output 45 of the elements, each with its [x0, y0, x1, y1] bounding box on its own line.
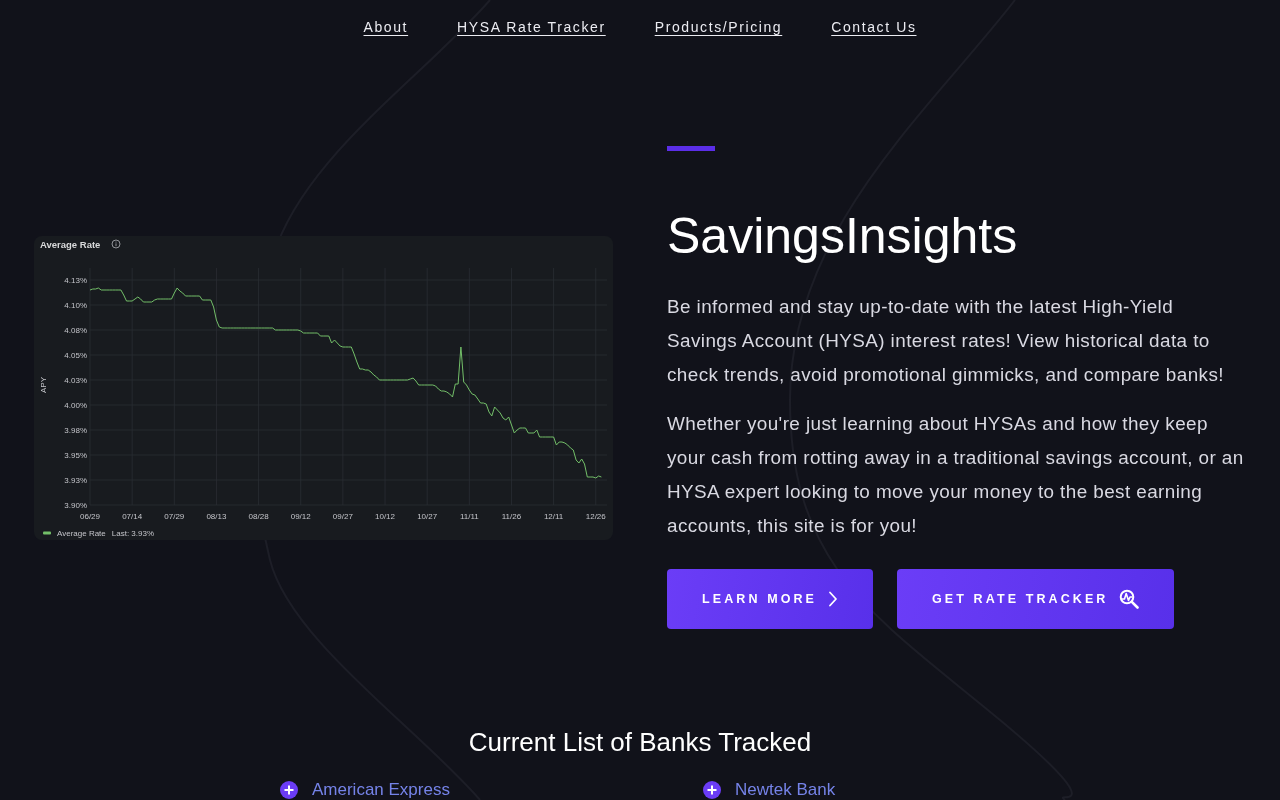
axis-tick-label: 08/28	[248, 511, 269, 521]
magnifier-chart-icon	[1119, 589, 1140, 609]
axis-tick-label: 4.13%	[64, 275, 87, 285]
chevron-right-icon	[828, 591, 839, 607]
nav-link[interactable]: Contact Us	[831, 18, 917, 36]
bank-link[interactable]: American Express	[312, 780, 450, 800]
axis-tick-label: 06/29	[80, 511, 100, 521]
nav-link[interactable]: HYSA Rate Tracker	[457, 18, 606, 36]
axis-tick-label: 11/11	[459, 511, 479, 521]
axis-tick-label: 4.08%	[64, 325, 87, 335]
chart-title: Average Rate	[40, 238, 101, 250]
axis-tick-label: 4.10%	[64, 300, 87, 310]
axis-tick-label: 3.90%	[64, 500, 87, 510]
hero-title: SavingsInsights	[667, 207, 1019, 266]
nav-link[interactable]: About	[363, 18, 409, 36]
axis-tick-label: 09/27	[332, 511, 353, 521]
bank-link[interactable]: Newtek Bank	[735, 780, 836, 800]
axis-tick-label: 12/11	[543, 511, 564, 521]
axis-tick-label: 07/14	[122, 511, 143, 521]
axis-tick-label: 12/26	[585, 511, 606, 521]
plus-circle-icon	[703, 781, 721, 799]
axis-tick-label: 10/27	[417, 511, 438, 521]
cta-button[interactable]: GET RATE TRACKER	[897, 569, 1175, 629]
axis-tick-label: 09/12	[290, 511, 311, 521]
legend-reading: Last: 3.93%	[111, 528, 155, 538]
intro-paragraph: Be informed and stay up-to-date with the latest High-Yield Savings Account (HYSA) interest rates! View historical data to check trends, avoid promotional gimmicks, and compare banks!	[667, 295, 1225, 387]
nav-link[interactable]: Products/Pricing	[654, 18, 783, 36]
plus-circle-icon	[280, 781, 298, 799]
cta-button[interactable]: LEARN MORE	[667, 569, 874, 629]
axis-tick-label: 4.05%	[64, 350, 87, 360]
axis-tick-label: 3.95%	[64, 450, 87, 460]
accent-bar	[667, 146, 715, 151]
axis-tick-label: 10/12	[375, 511, 396, 521]
axis-tick-label: 3.98%	[64, 425, 87, 435]
info-icon	[111, 239, 121, 248]
axis-tick-label: 4.00%	[64, 400, 87, 410]
axis-tick-label: 4.03%	[64, 375, 87, 385]
axis-tick-label: 3.93%	[64, 475, 87, 485]
axis-tick-label: 08/13	[206, 511, 227, 521]
axis-tick-label: 11/26	[501, 511, 522, 521]
section-heading: Current List of Banks Tracked	[467, 726, 813, 758]
legend-label: Average Rate	[57, 528, 106, 538]
axis-label: APY	[39, 376, 48, 393]
axis-tick-label: 07/29	[164, 511, 185, 521]
intro-paragraph: Whether you're just learning about HYSAs and how they keep your cash from rotting away in a traditional savings account, or an HYSA expert looking to move your money to the best earning accounts, this site is for you!	[667, 412, 1245, 538]
